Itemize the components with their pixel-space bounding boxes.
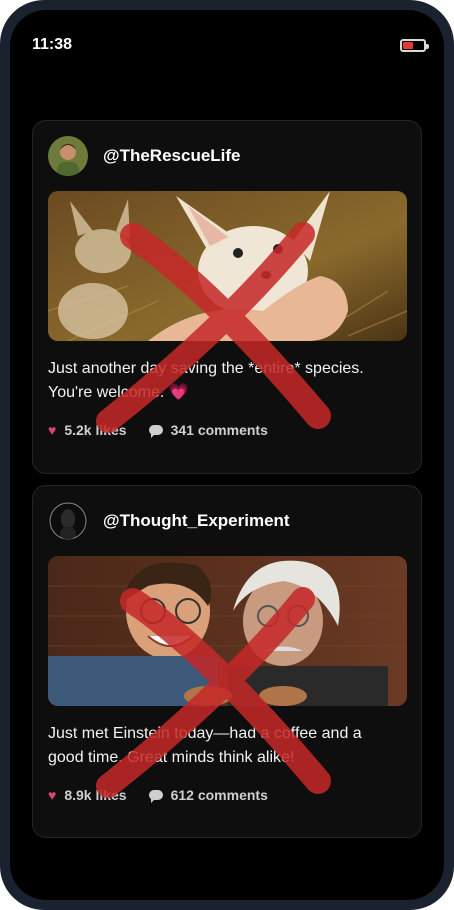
post-handle[interactable]: @TheRescueLife	[103, 146, 241, 166]
status-bar: 11:38	[10, 10, 444, 70]
likes-count: 8.9k likes	[64, 787, 127, 803]
post-handle[interactable]: @Thought_Experiment	[103, 511, 290, 531]
likes-count: 5.2k likes	[64, 422, 127, 438]
comments-button[interactable]: 341 comments	[148, 422, 268, 438]
avatar[interactable]	[48, 501, 88, 541]
heart-icon: ♥	[48, 787, 57, 803]
heart-icon: ♥	[48, 422, 57, 438]
comments-button[interactable]: 612 comments	[148, 787, 268, 803]
comment-icon	[148, 790, 163, 803]
post-header: @TheRescueLife	[48, 136, 241, 176]
comments-count: 612 comments	[170, 787, 268, 803]
screen: 11:38 @TheRescueLife Just another day sa…	[10, 10, 444, 900]
post-card[interactable]: @Thought_Experiment Just met Einstein to…	[32, 485, 422, 838]
battery-low-icon	[400, 39, 429, 52]
comment-icon	[148, 425, 163, 438]
post-card[interactable]: @TheRescueLife Just another day saving t…	[32, 120, 422, 474]
battery-fill	[403, 42, 413, 49]
fennec-fox-photo[interactable]	[48, 191, 407, 341]
phone-frame: 11:38 @TheRescueLife Just another day sa…	[0, 0, 454, 910]
post-caption: Just met Einstein today—had a coffee and…	[48, 725, 362, 766]
likes-button[interactable]: ♥ 8.9k likes	[48, 787, 127, 803]
post-stats: ♥ 5.2k likes 341 comments	[48, 422, 290, 438]
post-header: @Thought_Experiment	[48, 501, 290, 541]
post-stats: ♥ 8.9k likes 612 comments	[48, 787, 290, 803]
comments-count: 341 comments	[170, 422, 268, 438]
likes-button[interactable]: ♥ 5.2k likes	[48, 422, 127, 438]
selfie-with-einstein-photo[interactable]	[48, 556, 407, 706]
post-caption: Just another day saving the *entire* spe…	[48, 360, 364, 401]
status-time: 11:38	[32, 36, 73, 53]
avatar[interactable]	[48, 136, 88, 176]
